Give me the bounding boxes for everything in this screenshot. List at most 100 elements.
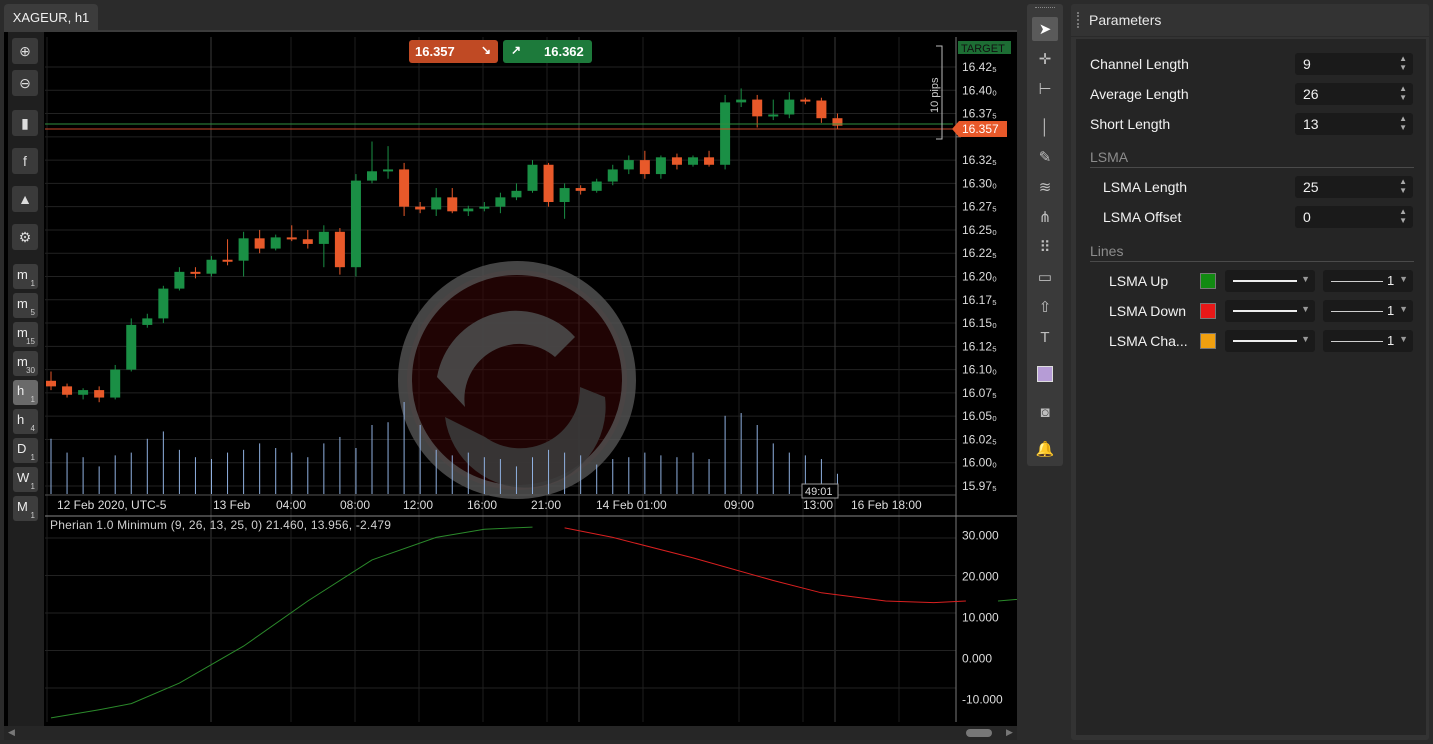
average-length-input[interactable]: 26 ▲ ▼ — [1295, 83, 1413, 105]
scroll-right-icon[interactable]: ▶ — [1006, 727, 1013, 738]
lsma-down-width-dropdown[interactable]: 1 ▼ — [1323, 300, 1413, 322]
lsma-down-series — [564, 527, 966, 604]
pitchfork-icon[interactable]: ⋔ — [1032, 205, 1058, 229]
settings-chart-icon[interactable]: ⚙ — [12, 224, 38, 250]
spinner-icon[interactable]: ▲ ▼ — [1399, 84, 1407, 102]
candle-body — [463, 208, 474, 212]
indicator-pane — [50, 526, 1017, 719]
timeframe-m1[interactable]: m1 — [13, 264, 38, 289]
price-axis-label: 16.17₅ — [962, 293, 997, 307]
candle-body — [784, 99, 795, 115]
timeframe-m15[interactable]: m 15 — [13, 322, 38, 347]
grip-icon[interactable] — [1035, 7, 1055, 10]
scrollbar-thumb[interactable] — [966, 729, 992, 737]
lsma-up-color-swatch[interactable] — [1200, 273, 1216, 289]
color-swatch-icon[interactable] — [1032, 362, 1058, 386]
lsma-up-style-dropdown[interactable]: ▼ — [1225, 270, 1315, 292]
text-icon[interactable]: T — [1032, 325, 1058, 349]
candle-body — [495, 197, 506, 207]
lsma-offset-input[interactable]: 0 ▲ ▼ — [1295, 206, 1413, 228]
candle-body — [832, 118, 843, 126]
chevron-down-icon: ▼ — [1399, 274, 1408, 284]
timeframe-count: 1 — [30, 482, 35, 491]
parameters-panel: Parameters Channel Length 9 ▲ ▼ Average L… — [1071, 4, 1429, 740]
price-axis-label: 16.42₅ — [962, 60, 997, 74]
timeframe-m30[interactable]: m 30 — [13, 351, 38, 376]
lsma-channel-width-dropdown[interactable]: 1 ▼ — [1323, 330, 1413, 352]
rectangle-icon[interactable]: ▭ — [1032, 265, 1058, 289]
timeframe-h1[interactable]: h1 — [13, 380, 38, 405]
template-icon[interactable]: ▲ — [12, 186, 38, 212]
watermark-logo-icon — [398, 261, 636, 499]
camera-icon[interactable]: ◙ — [1032, 400, 1058, 424]
channel-length-input[interactable]: 9 ▲ ▼ — [1295, 53, 1413, 75]
indicator-axis-label: 30.000 — [962, 528, 999, 542]
indicator-label: Pherian 1.0 Minimum (9, 26, 13, 25, 0) 2… — [50, 518, 392, 532]
candle-body — [286, 237, 297, 240]
pointer-icon[interactable]: ➤ — [1032, 17, 1058, 41]
price-axis-label: 16.12₅ — [962, 339, 997, 353]
time-axis-label: 13:00 — [803, 498, 833, 512]
lsma-channel-color-swatch[interactable] — [1200, 333, 1216, 349]
price-axis-label: 16.37₅ — [962, 107, 997, 121]
candle-body — [479, 206, 490, 209]
lsma-length-input[interactable]: 25 ▲ ▼ — [1295, 176, 1413, 198]
drawing-toolbar: ➤ ✛ ⊢ │ ✎ ≋ ⋔ ⠿ ▭ ⇧ T ◙ 🔔 — [1027, 4, 1063, 466]
lsma-down-style-dropdown[interactable]: ▼ — [1225, 300, 1315, 322]
candle-body — [623, 160, 634, 170]
horizontal-scrollbar[interactable] — [4, 726, 1017, 740]
candle-body — [334, 231, 345, 268]
chevron-down-icon: ▼ — [1399, 304, 1408, 314]
timeframe-D1[interactable]: D1 — [13, 438, 38, 463]
spinner-icon[interactable]: ▲ ▼ — [1399, 177, 1407, 195]
candle-body — [591, 181, 602, 191]
vertical-line-icon[interactable]: │ — [1032, 115, 1058, 139]
sell-button[interactable]: 16.357 ↘ — [409, 40, 498, 63]
grid-icon[interactable]: ⠿ — [1032, 235, 1058, 259]
spinner-icon[interactable]: ▲ ▼ — [1399, 207, 1407, 225]
candle-body — [254, 238, 265, 249]
spinner-icon[interactable]: ▲ ▼ — [1399, 114, 1407, 132]
pen-icon[interactable]: ✎ — [1032, 145, 1058, 169]
price-axis-label: 16.30₀ — [962, 176, 997, 190]
time-axis-label: 08:00 — [340, 498, 370, 512]
lsma-down-color-swatch[interactable] — [1200, 303, 1216, 319]
candle-body — [367, 171, 377, 181]
lsma-down-width: 1 — [1387, 303, 1395, 318]
timeframe-count: 15 — [26, 337, 35, 346]
measure-icon[interactable]: ⊢ — [1032, 77, 1058, 101]
price-lines — [45, 123, 953, 130]
range-label: 10 pips — [929, 77, 941, 113]
short-length-input[interactable]: 13 ▲ ▼ — [1295, 113, 1413, 135]
bell-icon[interactable]: 🔔 — [1032, 437, 1058, 461]
price-axis-label: 16.40₀ — [962, 83, 997, 97]
timeframe-count: 1 — [30, 511, 35, 520]
chart-type-icon[interactable]: ▮ — [12, 110, 38, 136]
timeframe-M1[interactable]: M1 — [13, 496, 38, 521]
zoom-out-icon[interactable]: ⊖ — [12, 70, 38, 96]
timeframe-W1[interactable]: W1 — [13, 467, 38, 492]
crosshair-icon[interactable]: ✛ — [1032, 47, 1058, 71]
chart-canvas[interactable]: 12 Feb 2020, UTC-5 13 Feb 04:00 08:00 12:00 1… — [45, 37, 1017, 722]
facebook-icon[interactable]: f — [12, 148, 38, 174]
spinner-icon[interactable]: ▲ ▼ — [1399, 54, 1407, 72]
zoom-in-icon[interactable]: ⊕ — [12, 38, 38, 64]
indicator-axis: 30.000 20.000 10.000 0.000 -10.000 — [962, 528, 1003, 706]
current-price-tag: 16.357 — [962, 122, 999, 136]
timeframe-h4[interactable]: h4 — [13, 409, 38, 434]
arrow-up-shape-icon[interactable]: ⇧ — [1032, 295, 1058, 319]
fibonacci-icon[interactable]: ≋ — [1032, 175, 1058, 199]
chevron-down-icon: ▼ — [1301, 274, 1310, 284]
scroll-left-icon[interactable]: ◀ — [8, 727, 15, 738]
price-axis-label: 16.05₀ — [962, 409, 997, 423]
price-axis-label: 16.20₀ — [962, 270, 997, 284]
lsma-up-width-dropdown[interactable]: 1 ▼ — [1323, 270, 1413, 292]
price-axis-label: 16.07₅ — [962, 386, 997, 400]
timeframe-m5[interactable]: m5 — [13, 293, 38, 318]
buy-button[interactable]: ↗ 16.362 — [503, 40, 592, 63]
lines-section-title: Lines — [1090, 243, 1124, 259]
chart-tab[interactable]: XAGEUR, h1 — [4, 4, 98, 30]
lsma-channel-style-dropdown[interactable]: ▼ — [1225, 330, 1315, 352]
chevron-down-icon: ▼ — [1301, 304, 1310, 314]
lsma-up-label: LSMA Up — [1109, 273, 1169, 289]
